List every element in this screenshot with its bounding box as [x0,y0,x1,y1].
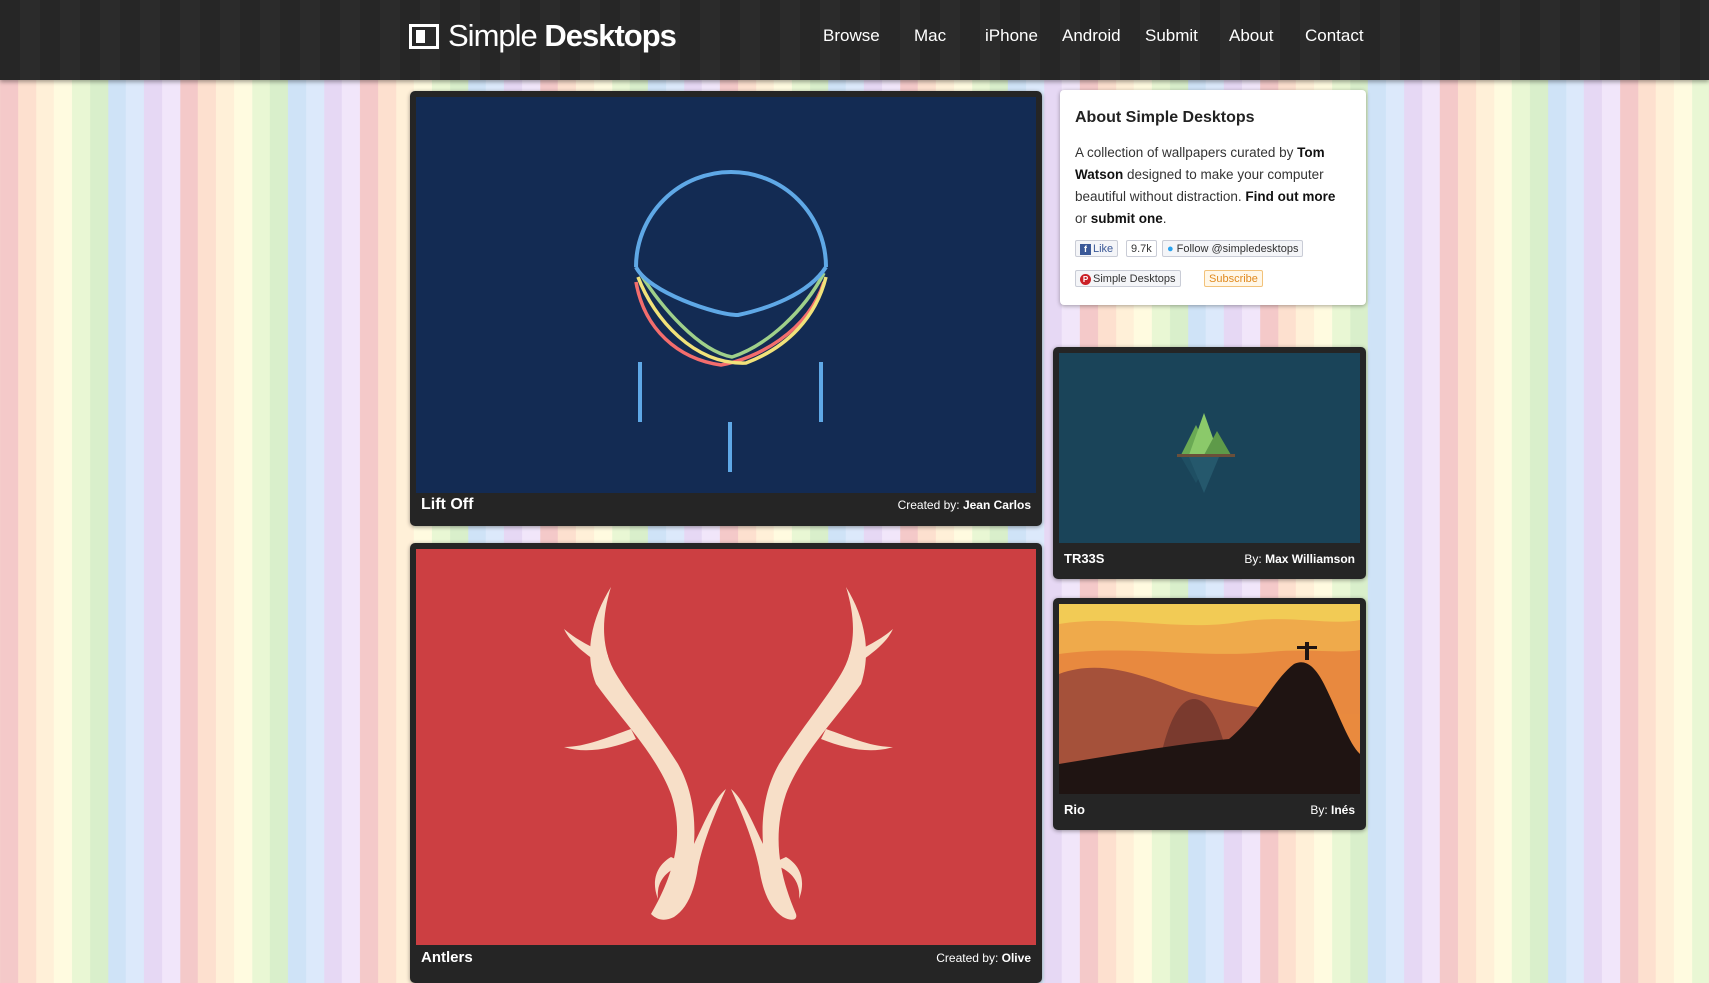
desktop-thumbnail[interactable] [416,549,1036,945]
nav-browse[interactable]: Browse [823,26,880,46]
nav-submit[interactable]: Submit [1145,26,1198,46]
pinterest-follow-button[interactable]: P Simple Desktops [1075,270,1181,287]
subscribe-button[interactable]: Subscribe [1204,270,1263,287]
author-link[interactable]: Inés [1331,803,1355,817]
desktop-card-rio[interactable]: Rio By: Inés [1053,598,1366,830]
desktop-thumbnail[interactable] [416,97,1036,493]
desktop-title[interactable]: Lift Off [421,496,473,514]
monitor-icon [409,23,439,49]
submit-one-link[interactable]: submit one [1091,211,1163,226]
top-navigation-bar: Simple Desktops Browse Mac iPhone Androi… [0,0,1709,80]
find-out-more-link[interactable]: Find out more [1245,189,1335,204]
about-description: A collection of wallpapers curated by To… [1075,145,1336,226]
author-link[interactable]: Olive [1002,951,1031,965]
desktop-title[interactable]: Rio [1064,802,1085,817]
twitter-follow-button[interactable]: ● Follow @simpledesktops [1162,240,1304,257]
desktop-thumbnail[interactable] [1059,353,1360,543]
desktop-title[interactable]: Antlers [421,949,473,966]
rio-illustration [1059,604,1360,794]
desktop-card-tr33s[interactable]: TR33S By: Max Williamson [1053,347,1366,579]
twitter-bird-icon: ● [1167,243,1174,255]
desktop-credit: By: Max Williamson [1244,552,1355,566]
nav-android[interactable]: Android [1062,26,1121,46]
lift-off-illustration [634,170,828,472]
tr33s-illustration [1177,413,1235,493]
facebook-icon: f [1080,243,1091,255]
desktop-thumbnail[interactable] [1059,604,1360,794]
desktop-credit: By: Inés [1310,803,1355,817]
pinterest-icon: P [1080,273,1091,285]
nav-iphone[interactable]: iPhone [985,26,1038,46]
site-logo[interactable]: Simple Desktops [409,18,677,54]
desktop-card-antlers[interactable]: Antlers Created by: Olive [410,543,1042,983]
antlers-illustration [564,587,893,920]
nav-about[interactable]: About [1229,26,1273,46]
about-title: About Simple Desktops [1075,109,1255,126]
nav-contact[interactable]: Contact [1305,26,1364,46]
author-link[interactable]: Jean Carlos [963,498,1031,512]
desktop-credit: Created by: Jean Carlos [897,498,1031,512]
desktop-title[interactable]: TR33S [1064,551,1104,566]
logo-text: Simple Desktops [448,18,677,53]
nav-mac[interactable]: Mac [914,26,946,46]
facebook-like-button[interactable]: f Like [1075,240,1119,257]
author-link[interactable]: Max Williamson [1265,552,1355,566]
desktop-credit: Created by: Olive [936,951,1031,965]
desktop-card-lift-off[interactable]: Lift Off Created by: Jean Carlos [410,91,1042,526]
about-box: About Simple Desktops A collection of wa… [1060,90,1366,305]
facebook-like-count: 9.7k [1126,240,1157,257]
